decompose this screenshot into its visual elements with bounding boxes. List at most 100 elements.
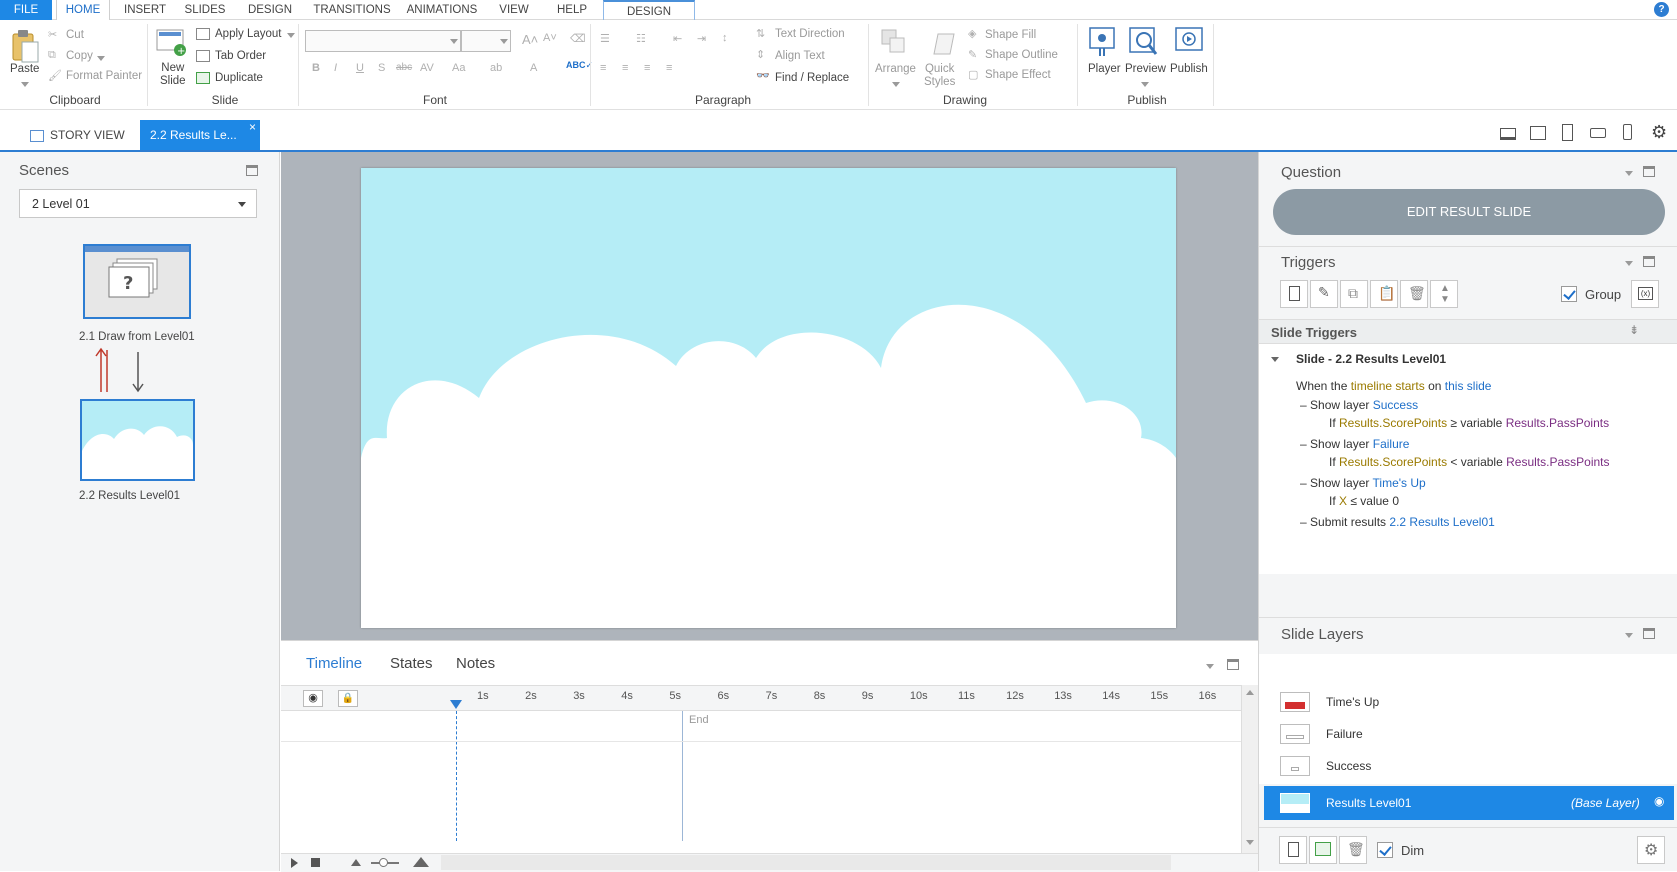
tab-notes[interactable]: Notes xyxy=(456,655,495,672)
zoom-out-icon[interactable] xyxy=(351,859,361,866)
panel-restore-icon[interactable] xyxy=(1227,659,1239,670)
shape-effect-icon[interactable]: ▢ xyxy=(968,68,978,81)
delete-trigger-button[interactable]: 🗑 xyxy=(1400,280,1428,308)
copy-trigger-button[interactable]: ⧉ xyxy=(1340,280,1368,308)
text-direction-button[interactable]: Text Direction xyxy=(775,28,845,40)
move-trigger-button[interactable]: ▲ ▼ xyxy=(1430,280,1458,308)
show-hide-eye-icon[interactable]: ◉ xyxy=(303,690,323,707)
tab-states[interactable]: States xyxy=(390,655,433,672)
spell-check-icon[interactable]: ABC✓ xyxy=(566,60,593,71)
menu-slides[interactable]: SLIDES xyxy=(180,0,230,20)
story-view-tab[interactable]: STORY VIEW xyxy=(22,120,142,150)
arrange-button[interactable]: Arrange xyxy=(875,63,916,75)
end-marker-line[interactable] xyxy=(682,711,683,841)
copy-button[interactable]: Copy xyxy=(66,50,93,62)
duplicate-button[interactable]: Duplicate xyxy=(215,72,263,84)
increase-indent-icon[interactable]: ⇥ xyxy=(697,32,706,45)
expand-collapse-icon[interactable] xyxy=(1271,357,1279,362)
base-layer-row[interactable]: Results Level01 (Base Layer) ◉ xyxy=(1264,786,1674,820)
numbering-icon[interactable]: ☷ xyxy=(636,32,646,45)
dim-checkbox[interactable] xyxy=(1377,842,1393,858)
tab-order-button[interactable]: Tab Order xyxy=(215,50,266,62)
shape-effect-button[interactable]: Shape Effect xyxy=(985,69,1051,81)
font-family-select[interactable] xyxy=(305,30,461,52)
menu-animations[interactable]: ANIMATIONS xyxy=(402,0,482,20)
settings-gear-icon[interactable]: ⚙ xyxy=(1651,122,1667,143)
change-case-icon[interactable]: Aa xyxy=(452,62,465,74)
apply-layout-button[interactable]: Apply Layout xyxy=(215,28,282,40)
shape-fill-icon[interactable]: ◈ xyxy=(968,27,976,40)
shadow-icon[interactable]: S xyxy=(378,62,385,74)
menu-transitions[interactable]: TRANSITIONS xyxy=(312,0,392,20)
align-text-button[interactable]: Align Text xyxy=(775,50,825,62)
shape-outline-button[interactable]: Shape Outline xyxy=(985,49,1058,61)
stop-icon[interactable] xyxy=(311,858,320,867)
slide-thumbnail-results[interactable] xyxy=(80,399,195,481)
slide-canvas[interactable] xyxy=(361,168,1176,628)
preview-dropdown-icon[interactable] xyxy=(1141,82,1149,87)
zoom-in-icon[interactable] xyxy=(413,857,429,867)
trigger-condition[interactable]: If X ≤ value 0 xyxy=(1329,494,1399,508)
menu-file[interactable]: FILE xyxy=(0,0,52,20)
edit-trigger-button[interactable]: ✎ xyxy=(1310,280,1338,308)
align-right-icon[interactable]: ≡ xyxy=(644,62,650,74)
horizontal-scrollbar[interactable] xyxy=(441,855,1171,870)
underline-icon[interactable]: U xyxy=(356,62,364,74)
phone-portrait-icon[interactable] xyxy=(1623,124,1632,140)
italic-icon[interactable]: I xyxy=(334,62,337,74)
panel-restore-icon[interactable] xyxy=(1643,628,1655,639)
format-painter-button[interactable]: Format Painter xyxy=(66,70,142,82)
preview-button[interactable]: Preview xyxy=(1125,63,1166,75)
shrink-font-icon[interactable]: A˅ xyxy=(543,32,557,44)
quick-styles-button[interactable]: Quick Styles xyxy=(924,63,955,89)
new-layer-button[interactable] xyxy=(1279,836,1307,864)
collapse-dropdown-icon[interactable] xyxy=(1625,261,1633,266)
group-checkbox[interactable] xyxy=(1561,286,1577,302)
apply-layout-dropdown-icon[interactable] xyxy=(287,33,295,38)
collapse-dropdown-icon[interactable] xyxy=(1206,664,1214,669)
menu-design[interactable]: DESIGN xyxy=(245,0,295,20)
paste-icon[interactable] xyxy=(10,28,40,64)
new-slide-icon[interactable]: + xyxy=(156,28,188,58)
cut-button[interactable]: Cut xyxy=(66,29,84,41)
clear-format-icon[interactable]: ⌫ xyxy=(570,32,586,45)
lock-icon[interactable]: 🔒 xyxy=(338,690,358,707)
menu-home[interactable]: HOME xyxy=(56,0,110,21)
eye-icon[interactable]: ◉ xyxy=(1654,794,1664,808)
bold-icon[interactable]: B xyxy=(312,62,320,74)
panel-restore-icon[interactable] xyxy=(246,165,258,176)
font-size-dropdown-icon[interactable] xyxy=(500,39,508,44)
panel-restore-icon[interactable] xyxy=(1643,256,1655,267)
tab-timeline[interactable]: Timeline xyxy=(306,655,362,672)
bullets-icon[interactable]: ☰ xyxy=(600,32,610,45)
panel-restore-icon[interactable] xyxy=(1643,166,1655,177)
decrease-indent-icon[interactable]: ⇤ xyxy=(673,32,682,45)
line-spacing-icon[interactable]: ↕ xyxy=(722,32,728,44)
phone-landscape-icon[interactable] xyxy=(1590,128,1606,138)
slide-tab-active[interactable]: 2.2 Results Le... × xyxy=(140,120,260,150)
trigger-item[interactable]: – Show layer Success xyxy=(1300,398,1418,412)
tablet-portrait-icon[interactable] xyxy=(1562,124,1573,141)
find-replace-icon[interactable]: 👓 xyxy=(756,69,770,82)
paste-button[interactable]: Paste xyxy=(10,63,39,75)
justify-icon[interactable]: ≡ xyxy=(666,62,672,74)
layer-row-times-up[interactable]: Time's Up xyxy=(1264,686,1674,718)
shape-outline-icon[interactable]: ✎ xyxy=(968,48,977,61)
preview-icon[interactable] xyxy=(1128,26,1160,58)
quick-styles-icon[interactable] xyxy=(928,28,958,58)
menu-contextual-design[interactable]: DESIGN xyxy=(603,0,695,20)
playhead-icon[interactable] xyxy=(450,700,462,709)
collapse-dropdown-icon[interactable] xyxy=(1625,171,1633,176)
slide-thumbnail-draw[interactable]: ? xyxy=(83,244,191,319)
paste-dropdown-icon[interactable] xyxy=(21,82,29,87)
vertical-scrollbar[interactable] xyxy=(1241,685,1258,855)
trigger-condition[interactable]: If Results.ScorePoints ≥ variable Result… xyxy=(1329,416,1609,430)
copy-dropdown-icon[interactable] xyxy=(97,56,105,61)
publish-button[interactable]: Publish xyxy=(1170,63,1208,75)
zoom-slider-handle[interactable] xyxy=(379,858,388,867)
trigger-item[interactable]: – Show layer Failure xyxy=(1300,437,1409,451)
new-trigger-button[interactable] xyxy=(1280,280,1308,308)
player-icon[interactable] xyxy=(1088,26,1118,58)
layer-properties-button[interactable]: ⚙ xyxy=(1637,836,1665,864)
font-color-icon[interactable]: A xyxy=(530,62,537,74)
